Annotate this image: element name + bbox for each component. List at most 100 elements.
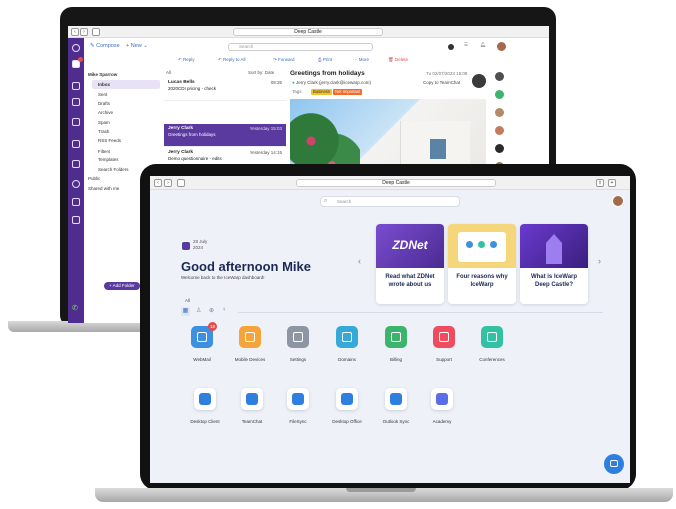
compose-label: Compose (96, 43, 120, 49)
folder-sent[interactable]: Sent (98, 92, 107, 97)
new-tab-icon[interactable]: + (608, 179, 616, 187)
folder-public[interactable]: Public (88, 176, 100, 181)
folder-trash[interactable]: Trash (98, 129, 109, 134)
folder-shared-with-me[interactable]: Shared with me (88, 186, 119, 191)
profile-avatar[interactable] (612, 195, 624, 207)
news-card-deep-castle[interactable]: What is IceWarp Deep Castle? (520, 224, 588, 304)
compose-button[interactable]: ✎ Compose (90, 43, 120, 50)
sort-control[interactable]: Sort by: Date (248, 70, 274, 76)
news-card-zdnet[interactable]: ZDNet Read what ZDNet wrote about us (376, 224, 444, 304)
folder-inbox[interactable]: Inbox (98, 82, 110, 87)
folder-archive[interactable]: Archive (98, 110, 113, 115)
rail-tasks-icon[interactable] (72, 160, 80, 168)
app-tile-support[interactable]: Support (422, 326, 466, 363)
side-avatar-5[interactable] (495, 144, 504, 153)
rail-refresh-icon[interactable] (72, 44, 80, 52)
chat-fab[interactable] (604, 454, 624, 474)
app-rail: ✆ (68, 38, 84, 323)
app-tile-academy[interactable]: Academy (420, 388, 464, 425)
reading-from[interactable]: ● Jerry Clark (jerry.clark@icewarp.com) (292, 80, 371, 86)
wallet-icon (385, 326, 407, 348)
reading-from-text: Jerry Clark (jerry.clark@icewarp.com) (295, 80, 371, 85)
side-avatar-1[interactable] (495, 72, 504, 81)
bell-icon[interactable]: 🔔︎ (480, 42, 486, 48)
rail-chat-icon[interactable] (72, 98, 80, 106)
rail-clock-icon[interactable] (72, 180, 80, 188)
app-tile-desktop-office[interactable]: Desktop Office (325, 388, 369, 425)
rail-docs-icon[interactable] (72, 118, 80, 126)
app-label: Conferences (479, 357, 505, 362)
address-bar[interactable]: Deep Castle (233, 28, 383, 36)
rail-files-icon[interactable] (72, 198, 80, 206)
folder-templates[interactable]: Templates (98, 157, 119, 162)
app-tile-webmail[interactable]: 18 WebMail (180, 322, 224, 363)
folder-filters[interactable]: Filters (98, 149, 110, 154)
bulb-filter-icon[interactable]: ♀ (222, 307, 227, 313)
list-filter[interactable]: All (166, 70, 171, 76)
new-button[interactable]: + New ⌄ (126, 43, 148, 50)
account-name[interactable]: Mike Sparrow (88, 72, 117, 77)
back-arrow-icon[interactable]: ‹ (71, 28, 79, 36)
app-tile-settings[interactable]: Settings (276, 326, 320, 363)
mail-search-input[interactable]: Search (228, 43, 373, 51)
side-avatar-3[interactable] (495, 108, 504, 117)
forward-label: Forward (278, 57, 295, 62)
app-tile-outlook-sync[interactable]: Outlook Sync (374, 388, 418, 425)
tag-business[interactable]: Business (311, 89, 332, 95)
sort-value: Date (264, 70, 275, 75)
folder-rss-feeds[interactable]: RSS Feeds (98, 138, 121, 143)
delete-button[interactable]: 🗑︎ Delete (388, 57, 408, 63)
forward-arrow-icon[interactable]: › (80, 28, 88, 36)
reply-button[interactable]: ↶ Reply (178, 57, 195, 63)
news-card-reasons[interactable]: Four reasons why IceWarp (448, 224, 516, 304)
rail-notes-icon[interactable] (72, 216, 80, 224)
add-folder-button[interactable]: + Add Folder (104, 282, 140, 290)
share-icon[interactable]: ⇧ (596, 179, 604, 187)
dashboard-search-input[interactable]: Search (320, 196, 460, 207)
app-tile-teamchat[interactable]: TeamChat (230, 388, 274, 425)
message-row[interactable]: Jerry Clark Greetings from holidays Yester… (164, 124, 286, 147)
sidebar-toggle-icon[interactable] (92, 28, 100, 36)
side-avatar-2[interactable] (495, 90, 504, 99)
carousel-next-icon[interactable]: › (598, 256, 601, 266)
front-forward-arrow-icon[interactable]: › (164, 179, 172, 187)
theme-toggle-icon[interactable] (448, 44, 454, 50)
grid-filter-icon[interactable]: ▦ (181, 307, 190, 316)
app-tile-desktop-client[interactable]: Desktop Client (183, 388, 227, 425)
print-button[interactable]: ⎙ Print (318, 57, 332, 63)
rail-calendar-icon[interactable] (72, 82, 80, 90)
message-row[interactable]: Lucas Bells 2020CDI pricing - check 09:35 (164, 78, 286, 101)
filter-icon[interactable]: ☰ (464, 42, 468, 48)
folder-search-folders[interactable]: Search Folders (98, 167, 129, 172)
copy-to-teamchat-button[interactable]: Copy to TeamChat (423, 80, 460, 86)
globe-filter-icon[interactable]: ⊕ (209, 307, 214, 314)
rail-contacts-icon[interactable] (72, 140, 80, 148)
desktop-client-icon-glyph (199, 393, 211, 405)
tag-not-important[interactable]: Not Important (333, 89, 363, 95)
user-avatar[interactable] (497, 42, 506, 51)
reply-all-button[interactable]: ↶ Reply to All (218, 57, 246, 63)
desktop-client-icon (194, 388, 216, 410)
app-label: Outlook Sync (382, 419, 410, 424)
app-tile-filesync[interactable]: FileSync (276, 388, 320, 425)
more-button[interactable]: ⋯ More (353, 57, 369, 63)
side-avatar-4[interactable] (495, 126, 504, 135)
front-sidebar-toggle-icon[interactable] (177, 179, 185, 187)
front-address-bar[interactable]: Deep Castle (296, 179, 496, 187)
front-laptop-screen: ‹ › Deep Castle ⇧ + Search ⌕ 28 July 202… (150, 176, 630, 483)
app-tile-mobile-devices[interactable]: Mobile Devices (228, 326, 272, 363)
carousel-prev-icon[interactable]: ‹ (358, 256, 361, 266)
app-tile-domains[interactable]: Domains (325, 326, 369, 363)
user-filter-icon[interactable]: ♙ (196, 307, 201, 314)
rail-phone-icon[interactable]: ✆ (72, 304, 80, 312)
app-tile-conferences[interactable]: Conferences (470, 326, 514, 363)
app-tile-billing[interactable]: Billing (374, 326, 418, 363)
message-time: Yesterday 15:03 (249, 126, 282, 131)
video-icon (481, 326, 503, 348)
folder-spam[interactable]: Spam (98, 120, 110, 125)
forward-button[interactable]: ↷ Forward (273, 57, 295, 63)
app-label: Support (436, 357, 452, 362)
folder-drafts[interactable]: Drafts (98, 101, 110, 106)
castle-shape (546, 234, 562, 264)
front-back-arrow-icon[interactable]: ‹ (154, 179, 162, 187)
